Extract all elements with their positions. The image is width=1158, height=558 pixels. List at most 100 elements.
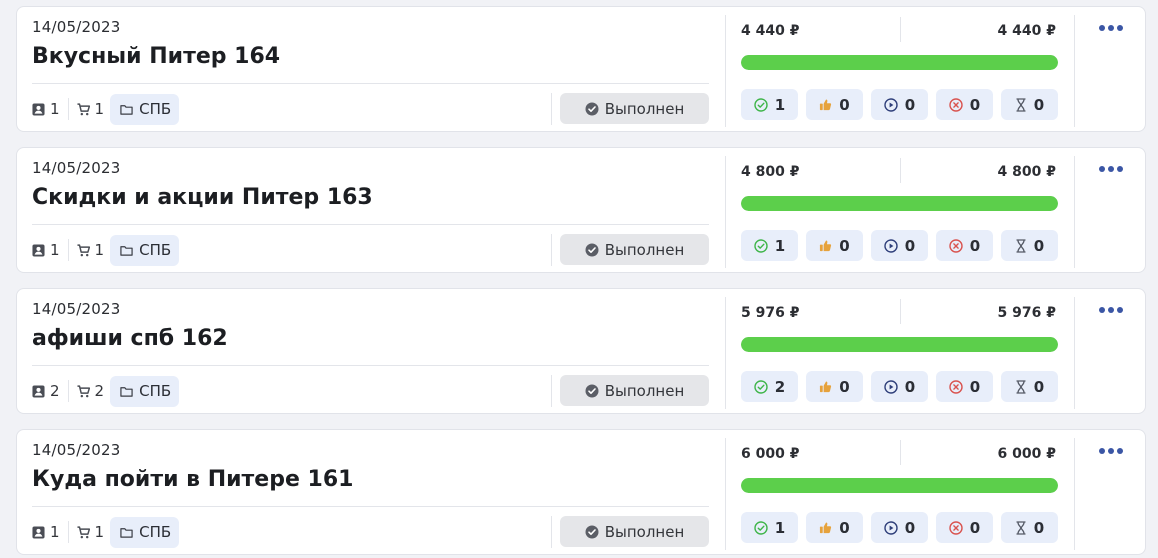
order-card[interactable]: 14/05/2023 Куда пойти в Питере 161 1 1 С…	[16, 429, 1146, 555]
counter-cancelled[interactable]: 0	[936, 230, 993, 261]
counter-value: 2	[774, 377, 786, 396]
order-title[interactable]: Вкусный Питер 164	[32, 44, 280, 69]
hourglass-icon	[1016, 379, 1026, 394]
hourglass-icon	[1016, 520, 1026, 535]
counter-value: 0	[969, 95, 981, 114]
counter-in-progress[interactable]: 0	[871, 512, 928, 543]
counter-cancelled[interactable]: 0	[936, 89, 993, 120]
users-count: 1	[32, 98, 69, 120]
users-count: 1	[32, 239, 69, 261]
counter-value: 0	[904, 95, 916, 114]
divider	[32, 224, 709, 225]
divider	[1074, 156, 1075, 268]
counter-pending[interactable]: 0	[1001, 512, 1058, 543]
divider	[551, 375, 552, 407]
thumbs-up-icon	[820, 522, 832, 534]
counter-done[interactable]: 2	[741, 371, 798, 402]
more-actions-button[interactable]	[1095, 440, 1127, 462]
dot	[1108, 166, 1114, 172]
dot	[1117, 307, 1123, 313]
order-title[interactable]: афиши спб 162	[32, 326, 228, 351]
order-date: 14/05/2023	[32, 159, 121, 177]
counter-in-progress[interactable]: 0	[871, 230, 928, 261]
play-circle-icon	[884, 379, 898, 394]
more-actions-button[interactable]	[1095, 158, 1127, 180]
progress-bar-fill	[741, 196, 1058, 211]
divider	[32, 83, 709, 84]
divider	[900, 299, 901, 324]
order-card[interactable]: 14/05/2023 Скидки и акции Питер 163 1 1 …	[16, 147, 1146, 273]
check-circle-icon	[754, 97, 768, 112]
dot	[1108, 448, 1114, 454]
counter-value: 0	[969, 377, 981, 396]
status-badge: Выполнен	[560, 234, 709, 265]
divider	[1074, 297, 1075, 409]
folder-icon	[120, 245, 133, 256]
counter-liked[interactable]: 0	[806, 230, 863, 261]
counter-value: 0	[969, 236, 981, 255]
folder-icon	[120, 386, 133, 397]
divider	[551, 516, 552, 548]
folder-icon	[120, 104, 133, 115]
counter-cancelled[interactable]: 0	[936, 371, 993, 402]
cart-icon	[77, 384, 90, 397]
order-title[interactable]: Куда пойти в Питере 161	[32, 467, 353, 492]
counter-liked[interactable]: 0	[806, 512, 863, 543]
counter-in-progress[interactable]: 0	[871, 371, 928, 402]
counter-value: 0	[839, 377, 850, 396]
counter-value: 1	[774, 95, 786, 114]
dot	[1099, 166, 1105, 172]
folder-tag[interactable]: СПБ	[110, 375, 180, 407]
folder-tag[interactable]: СПБ	[110, 93, 180, 125]
counter-cancelled[interactable]: 0	[936, 512, 993, 543]
user-card-icon	[32, 102, 45, 116]
folder-tag[interactable]: СПБ	[110, 516, 180, 548]
cart-count: 1	[77, 239, 111, 261]
progress-bar	[741, 196, 1058, 211]
order-card[interactable]: 14/05/2023 афиши спб 162 2 2 СПБ Выполне…	[16, 288, 1146, 414]
cart-count-value: 1	[94, 523, 105, 541]
counter-value: 0	[1033, 377, 1045, 396]
users-count: 1	[32, 521, 69, 543]
check-circle-icon	[585, 243, 599, 256]
divider	[1074, 15, 1075, 127]
check-circle-icon	[754, 238, 768, 253]
folder-tag[interactable]: СПБ	[110, 234, 180, 266]
counter-done[interactable]: 1	[741, 89, 798, 120]
counter-done[interactable]: 1	[741, 512, 798, 543]
dot	[1108, 25, 1114, 31]
more-actions-button[interactable]	[1095, 17, 1127, 39]
counter-value: 1	[774, 518, 786, 537]
folder-icon	[120, 527, 133, 538]
counter-pending[interactable]: 0	[1001, 230, 1058, 261]
counter-value: 0	[1033, 95, 1045, 114]
counter-value: 0	[839, 236, 850, 255]
order-title[interactable]: Скидки и акции Питер 163	[32, 185, 373, 210]
price-total: 6 000 ₽	[997, 446, 1056, 462]
counter-value: 0	[839, 95, 850, 114]
order-date: 14/05/2023	[32, 300, 121, 318]
counter-value: 0	[1033, 518, 1045, 537]
cart-count: 2	[77, 380, 111, 402]
counter-liked[interactable]: 0	[806, 89, 863, 120]
price-paid: 4 800 ₽	[741, 164, 800, 180]
folder-label: СПБ	[139, 241, 172, 259]
cart-count: 1	[77, 521, 111, 543]
more-actions-button[interactable]	[1095, 299, 1127, 321]
counter-done[interactable]: 1	[741, 230, 798, 261]
counter-in-progress[interactable]: 0	[871, 89, 928, 120]
progress-bar-fill	[741, 337, 1058, 352]
counter-pending[interactable]: 0	[1001, 371, 1058, 402]
order-card[interactable]: 14/05/2023 Вкусный Питер 164 1 1 СПБ Вып…	[16, 6, 1146, 132]
counter-pending[interactable]: 0	[1001, 89, 1058, 120]
order-date: 14/05/2023	[32, 18, 121, 36]
status-label: Выполнен	[604, 381, 685, 400]
counter-value: 1	[774, 236, 786, 255]
dot	[1099, 25, 1105, 31]
order-meta: 1 1 СПБ	[32, 234, 180, 266]
divider	[900, 440, 901, 465]
progress-bar	[741, 478, 1058, 493]
cart-icon	[77, 525, 90, 538]
counter-liked[interactable]: 0	[806, 371, 863, 402]
divider	[725, 156, 726, 268]
